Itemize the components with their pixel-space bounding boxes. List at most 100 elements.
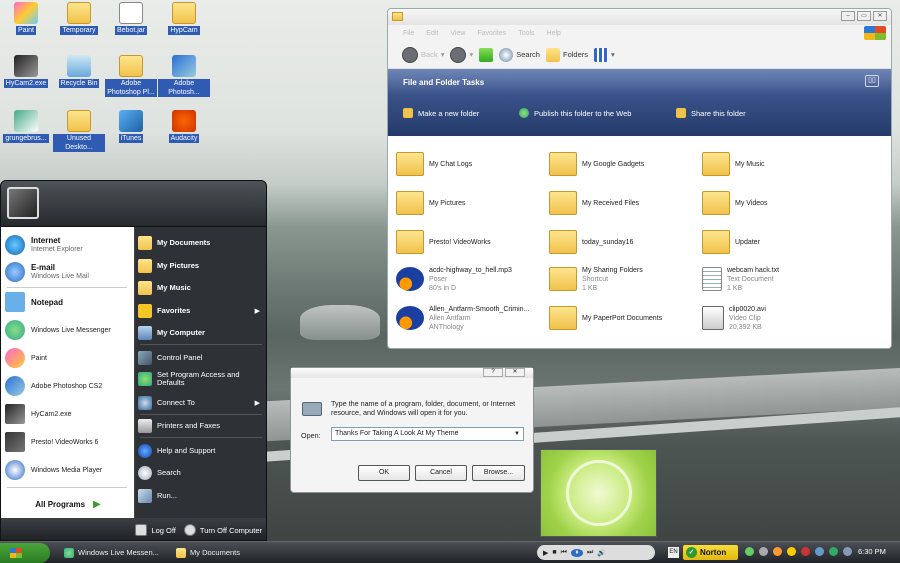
volume-icon[interactable]: 🔊	[597, 549, 606, 557]
item-clip0020-avi[interactable]: clip0020.avi Video Clip 20,392 KB	[702, 301, 852, 335]
close-button[interactable]: ✕	[873, 11, 887, 21]
update-tray-icon[interactable]	[829, 547, 838, 556]
folders-button[interactable]: Folders	[545, 47, 588, 62]
up-folder-button[interactable]	[479, 47, 494, 62]
menu-tools[interactable]: Tools	[518, 30, 534, 37]
menu-search[interactable]: Search	[138, 464, 266, 482]
task-new-folder[interactable]: Make a new folder	[403, 108, 479, 118]
display-tray-icon[interactable]	[843, 547, 852, 556]
desktop-icon-audacity[interactable]: Audacity	[158, 110, 210, 143]
volume-tray-icon[interactable]	[759, 547, 768, 556]
views-button[interactable]: ▾	[594, 47, 615, 62]
play-icon[interactable]: ▶	[543, 549, 548, 557]
recent-live-messenger[interactable]: Windows Live Messenger	[5, 318, 131, 342]
open-combobox[interactable]: Thanks For Taking A Look At My Theme ▼	[331, 427, 524, 441]
messenger-tray-icon[interactable]	[745, 547, 754, 556]
ok-button[interactable]: OK	[358, 465, 410, 481]
recent-hycam2[interactable]: HyCam2.exe	[5, 402, 131, 426]
menu-my-music[interactable]: My Music	[138, 279, 266, 297]
item-updater[interactable]: Updater	[702, 225, 852, 259]
task-share-folder[interactable]: Share this folder	[676, 108, 746, 118]
item-my-received-files[interactable]: My Received Files	[549, 186, 699, 220]
next-icon[interactable]: ⏭	[587, 549, 593, 557]
browse-button[interactable]: Browse...	[472, 465, 525, 481]
menu-my-documents[interactable]: My Documents	[138, 234, 266, 252]
all-programs-button[interactable]: All Programs ▶	[5, 492, 131, 516]
collapse-button[interactable]: ▯▯	[865, 75, 879, 87]
item-my-sharing-folders[interactable]: My Sharing Folders Shortcut 1 KB	[549, 262, 699, 296]
recent-notepad[interactable]: Notepad	[5, 290, 131, 314]
turn-off-button[interactable]: Turn Off Computer	[183, 524, 262, 536]
previous-icon[interactable]: ⏮	[561, 549, 567, 557]
item-my-chat-logs[interactable]: My Chat Logs	[396, 147, 546, 181]
item-allen-antfarm[interactable]: Allen_Antfarm-Smooth_Crimin... Allen Antf…	[396, 301, 546, 335]
pause-icon[interactable]: ⏸	[570, 548, 583, 557]
media-player-toolbar[interactable]: ▶ ■ ⏮ ⏸ ⏭ 🔊	[537, 545, 655, 560]
taskbar-live-messenger[interactable]: Windows Live Messen...	[58, 544, 166, 561]
log-off-button[interactable]: Log Off	[135, 524, 176, 536]
menu-favorites[interactable]: Favorites	[477, 30, 506, 37]
network-tray-icon[interactable]	[815, 547, 824, 556]
minimize-button[interactable]: –	[841, 11, 855, 21]
item-my-videos[interactable]: My Videos	[702, 186, 852, 220]
desktop-icon-photoshop-plugins[interactable]: Adobe Photoshop Pl...	[105, 55, 157, 97]
menu-edit[interactable]: Edit	[426, 30, 438, 37]
menu-help[interactable]: Help and Support	[138, 442, 266, 460]
forward-button[interactable]: ▾	[450, 46, 473, 63]
close-button[interactable]: ✕	[505, 368, 525, 377]
help-button[interactable]: ?	[483, 368, 503, 377]
desktop-icon-unused[interactable]: Unused Deskto...	[53, 110, 105, 152]
item-my-google-gadgets[interactable]: My Google Gadgets	[549, 147, 699, 181]
recent-presto[interactable]: Presto! VideoWorks 6	[5, 430, 131, 454]
clock[interactable]: 6:30 PM	[858, 547, 886, 556]
run-dialog-titlebar[interactable]: ? ✕	[291, 368, 533, 378]
item-my-pictures[interactable]: My Pictures	[396, 186, 546, 220]
recent-media-player[interactable]: Windows Media Player	[5, 458, 131, 482]
desktop-icon-grungebrushes[interactable]: grungebrus...	[0, 110, 52, 143]
smiley-tray-icon[interactable]	[787, 547, 796, 556]
pinned-email[interactable]: E-mail Windows Live Mail	[5, 260, 131, 284]
menu-control-panel[interactable]: Control Panel	[138, 349, 266, 367]
item-presto-videoworks[interactable]: Presto! VideoWorks	[396, 225, 546, 259]
back-button[interactable]: Back ▾	[402, 46, 444, 63]
item-webcam-hack-txt[interactable]: webcam hack.txt Text Document 1 KB	[702, 262, 852, 296]
menu-help[interactable]: Help	[547, 30, 561, 37]
menu-file[interactable]: File	[403, 30, 414, 37]
user-avatar[interactable]	[7, 187, 39, 219]
desktop-icon-photoshop[interactable]: Adobe Photosh...	[158, 55, 210, 97]
desktop-icon-itunes[interactable]: iTunes	[105, 110, 157, 143]
desktop-icon-hycam2[interactable]: HyCam2.exe	[0, 55, 52, 88]
menu-run[interactable]: Run...	[138, 487, 266, 505]
recent-paint[interactable]: Paint	[5, 346, 131, 370]
app-tray-icon[interactable]	[773, 547, 782, 556]
chevron-down-icon[interactable]: ▼	[512, 429, 522, 439]
desktop-icon-hypcam[interactable]: HypCam	[158, 2, 210, 35]
desktop-icon-temporary[interactable]: Temporary	[53, 2, 105, 35]
stop-icon[interactable]: ■	[552, 549, 556, 556]
menu-printers[interactable]: Printers and Faxes	[138, 417, 266, 435]
menu-my-computer[interactable]: My Computer	[138, 324, 266, 342]
menu-view[interactable]: View	[450, 30, 465, 37]
item-acdc-mp3[interactable]: acdc-highway_to_hell.mp3 Poser 80's in D	[396, 262, 546, 296]
maximize-button[interactable]: ▭	[857, 11, 871, 21]
antivirus-tray-icon[interactable]	[801, 547, 810, 556]
menu-my-pictures[interactable]: My Pictures	[138, 257, 266, 275]
norton-tray-button[interactable]: ✓ Norton	[683, 545, 738, 560]
menu-program-access[interactable]: Set Program Access and Defaults	[138, 368, 266, 390]
menu-favorites[interactable]: Favorites ▶	[138, 302, 266, 320]
start-button[interactable]	[0, 543, 50, 563]
explorer-titlebar[interactable]: – ▭ ✕	[388, 9, 891, 25]
recent-photoshop[interactable]: Adobe Photoshop CS2	[5, 374, 131, 398]
desktop-icon-paint[interactable]: Paint	[0, 2, 52, 35]
taskbar-my-documents[interactable]: My Documents	[170, 544, 278, 561]
search-button[interactable]: Search	[499, 47, 540, 62]
pinned-internet[interactable]: Internet Internet Explorer	[5, 233, 131, 257]
item-my-paperport[interactable]: My PaperPort Documents	[549, 301, 699, 335]
menu-connect-to[interactable]: Connect To ▶	[138, 394, 266, 412]
language-indicator[interactable]: EN	[668, 547, 679, 558]
desktop-icon-recycle-bin[interactable]: Recycle Bin	[53, 55, 105, 88]
item-my-music[interactable]: My Music	[702, 147, 852, 181]
task-publish-web[interactable]: Publish this folder to the Web	[519, 108, 631, 118]
desktop-icon-bebot[interactable]: Bebot.jar	[105, 2, 157, 35]
item-today-sunday16[interactable]: today_sunday16	[549, 225, 699, 259]
